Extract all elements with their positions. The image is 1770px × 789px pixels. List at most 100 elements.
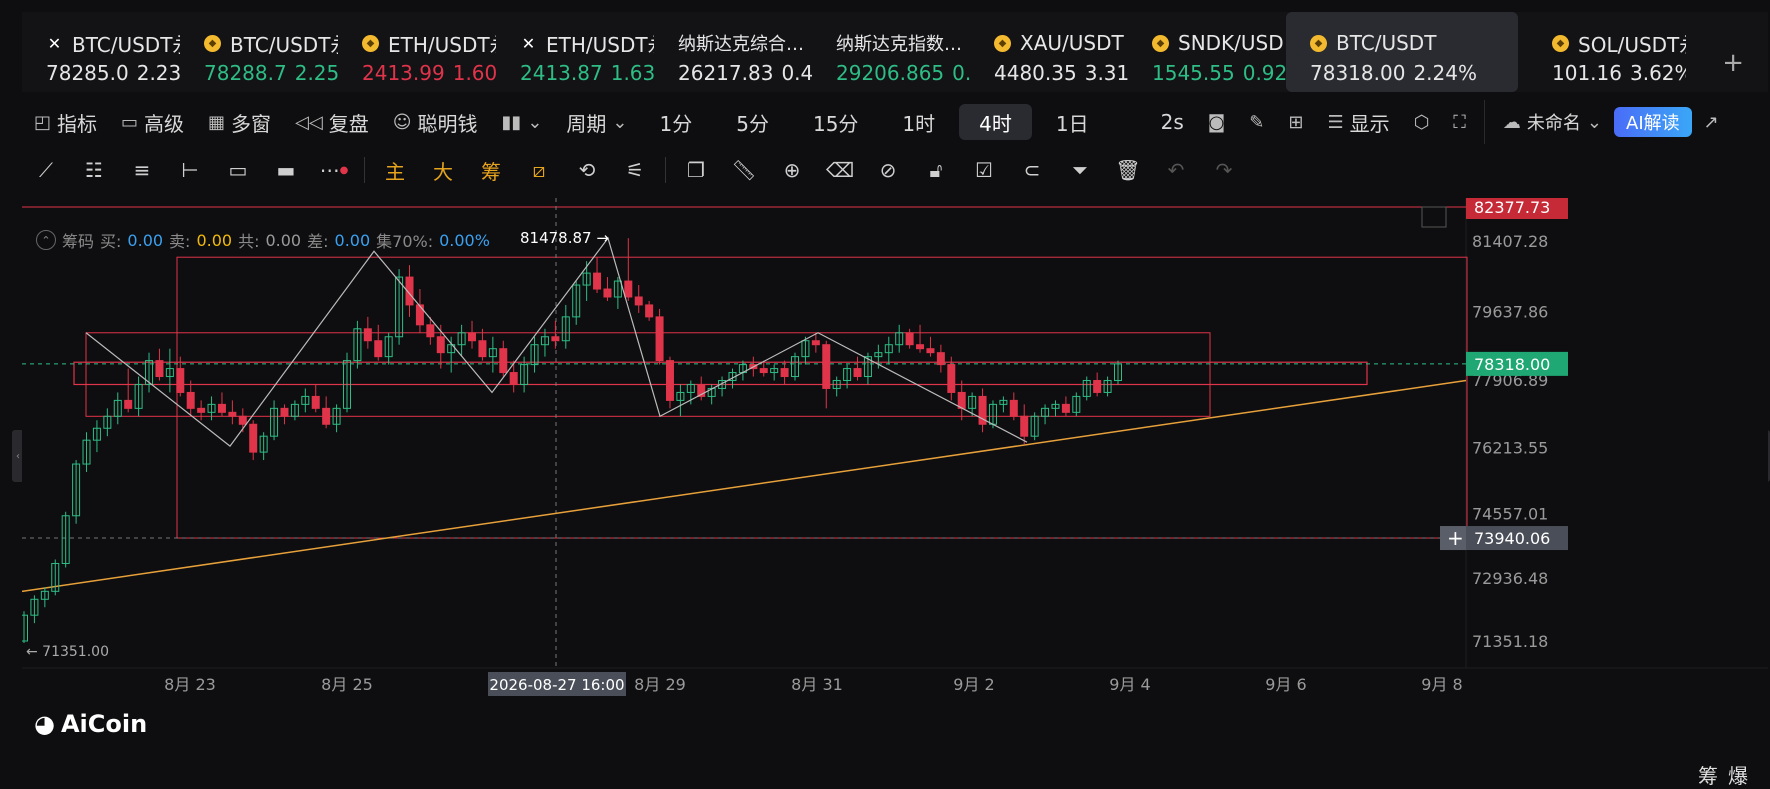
horizontal-lines-icon[interactable]: ≡ [118,152,166,188]
price-chart[interactable]: 81407.2879637.8677906.8976213.5574557.01… [22,198,1768,789]
eraser-icon[interactable]: ⌫ [816,152,864,188]
time-axis-tick: 9月 6 [1265,675,1306,694]
candle-body [665,360,674,401]
copy-icon[interactable]: ❐ [672,152,720,188]
ticker-tab[interactable]: ◆ BTC/USDT 78318.00 2.24% [1286,12,1518,92]
ticker-symbol-row: ◆ BTC/USDT [1310,30,1518,56]
period-option[interactable]: 4时 [959,104,1032,140]
display-label: 显示 [1349,111,1390,136]
pencil-icon: ✎ [1249,111,1265,133]
chips-distribution-toggle[interactable]: 筹 [1698,760,1718,789]
period-list: 1分 5分 15分 1时 4时 1日 [640,104,1109,140]
ticker-tab[interactable]: ◆ SNDK/USD 1545.55 0.92% [1128,12,1286,92]
collapse-icon[interactable]: ⌃ [36,230,56,250]
ai-analysis-button[interactable]: AI解读 [1614,107,1692,137]
ticker-tab[interactable]: ◆ ETH/USDT永 2413.99 1.60% [338,12,496,92]
candle-body [645,304,654,318]
add-tab-button[interactable]: + [1722,48,1744,78]
replay-button[interactable]: ◁◁ 复盘 [283,102,381,142]
ticker-tab[interactable]: ◆ XAU/USDT 4480.35 3.31% [970,12,1128,92]
candle-body [853,368,862,378]
binance-coin-icon: ◆ [994,34,1011,52]
period-dropdown[interactable]: 周期 ⌄ [554,102,639,142]
divider [364,157,365,183]
edit-list-icon[interactable]: ☑ [960,152,1008,188]
trash-icon[interactable]: 🗑︎ [1104,152,1152,188]
candle-body [311,395,320,409]
zoom-in-icon[interactable]: ⊕ [768,152,816,188]
ticker-tab[interactable]: ◆ SOL/USDT永 101.16 3.62% [1528,12,1686,92]
binance-coin-icon: ◆ [1310,34,1327,52]
more-tools-icon[interactable]: ⋯ ● [310,152,358,188]
liquidation-toggle[interactable]: 爆 [1728,760,1748,789]
big-order-toggle[interactable]: 大 [419,152,467,188]
screenshot-button[interactable]: ◙ [1196,102,1237,142]
add-chart-button[interactable]: ⊞ [1276,102,1315,142]
measure-icon[interactable]: ▬ [262,152,310,188]
period-option[interactable]: 5分 [716,104,789,140]
advanced-label: 高级 [144,111,185,136]
horizontal-ray-icon[interactable]: ⊢ [166,152,214,188]
candle-body [155,360,164,378]
layout-dropdown[interactable]: ☁ 未命名 ⌄ [1491,102,1614,142]
candle-body [228,411,237,417]
multi-window-button[interactable]: ▦ 多窗 [196,102,283,142]
ticker-tab[interactable]: ✕ ETH/USDT永 2413.87 1.63% [496,12,654,92]
chevron-down-icon: ⌄ [527,111,543,133]
ticker-tab[interactable]: ◆ BTC/USDT永 78288.7 2.25% [180,12,338,92]
ticker-tab[interactable]: ✕ BTC/USDT永 78285.0 2.23% [22,12,180,92]
candle-body [499,348,508,374]
divider [1483,100,1485,144]
candle-body [926,348,935,354]
rectangle-icon[interactable]: ▭ [214,152,262,188]
ticker-symbol-row: 纳斯达克综合… [678,30,812,56]
fullscreen-button[interactable]: ⛶ [1441,102,1478,142]
binance-coin-icon: ◆ [204,34,221,52]
ticker-price: 29206.865 [836,61,945,85]
smart-money-button[interactable]: ☺ 聪明钱 [381,102,490,142]
chart-type-dropdown[interactable]: ▮▮ ⌄ [490,102,555,142]
auto-pattern-icon[interactable]: ⧄ [515,152,563,188]
crosshair-add-icon: + [1447,526,1464,550]
main-toggle[interactable]: 主 [371,152,419,188]
refresh-label: 2s [1160,110,1184,134]
hide-drawings-icon[interactable]: ⊘ [864,152,912,188]
indicators-button[interactable]: ◰ 指标 [22,102,109,142]
ticker-change: 1.60% [452,61,496,85]
period-option[interactable]: 15分 [793,104,878,140]
ticker-price: 78288.7 [204,61,287,85]
settings-button[interactable]: ⬡ [1402,102,1442,142]
parallel-channel-icon[interactable]: ☷ [70,152,118,188]
ticker-price: 1545.55 [1152,61,1235,85]
period-option[interactable]: 1分 [640,104,713,140]
ticker-change: 0.92% [1242,61,1286,85]
chips-toggle[interactable]: 筹 [467,152,515,188]
lock-icon[interactable]: 🔓︎ [912,152,960,188]
strategy-icon[interactable]: ⚟ [611,152,659,188]
refresh-interval-button[interactable]: 2s [1149,102,1196,142]
edit-button[interactable]: ✎ [1237,102,1276,142]
undo-icon[interactable]: ↶ [1152,152,1200,188]
candle-body [186,391,195,409]
redo-icon[interactable]: ↷ [1200,152,1248,188]
sell-value: 0.00 [196,230,233,250]
display-button[interactable]: ☰ 显示 [1315,102,1401,142]
advanced-button[interactable]: ▭ 高级 [109,102,196,142]
sync-icon[interactable]: ⟲ [563,152,611,188]
ruler-icon[interactable]: 📏︎ [720,152,768,188]
candle-body [280,407,289,417]
period-option[interactable]: 1日 [1036,104,1109,140]
candle-body [415,304,424,326]
chip-stats-label: 筹码 [62,232,95,251]
aicoin-watermark: ◕ AiCoin [34,710,147,738]
share-button[interactable]: ↗ [1692,102,1731,142]
line-tool-icon[interactable]: ⟋ [22,152,70,188]
magnet-icon[interactable]: ⊂ [1008,152,1056,188]
period-option[interactable]: 1时 [882,104,955,140]
ticker-tab[interactable]: 纳斯达克指数… 29206.865 0.6% [812,12,970,92]
time-axis-tick: 8月 29 [634,675,686,694]
price-axis-tick: 74557.01 [1472,504,1548,523]
filter-icon[interactable]: ⏷ [1056,152,1104,188]
ticker-tab[interactable]: 纳斯达克综合… 26217.83 0.45% [654,12,812,92]
candle-body [551,336,560,342]
